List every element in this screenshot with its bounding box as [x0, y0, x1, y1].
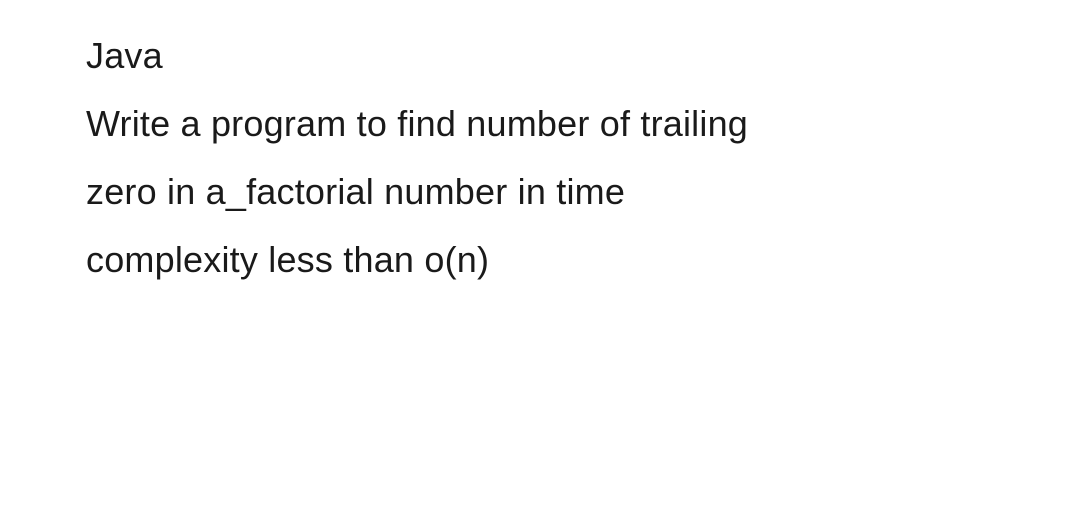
prompt-line-1: Write a program to find number of traili…	[86, 90, 980, 158]
language-label: Java	[86, 22, 980, 90]
prompt-line-3: complexity less than o(n)	[86, 226, 980, 294]
prompt-line-2: zero in a_factorial number in time	[86, 158, 980, 226]
problem-statement: Java Write a program to find number of t…	[0, 0, 1080, 294]
